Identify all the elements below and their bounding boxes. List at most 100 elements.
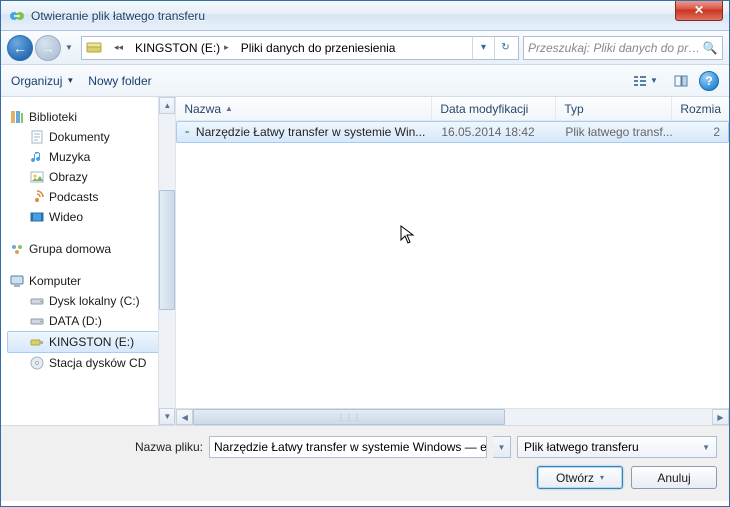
- easy-transfer-icon: [9, 8, 25, 24]
- tree-item-label: Muzyka: [49, 150, 90, 164]
- tree-item-label: Stacja dysków CD: [49, 356, 146, 370]
- computer-label: Komputer: [29, 274, 81, 288]
- column-size[interactable]: Rozmia: [672, 97, 729, 120]
- filename-input[interactable]: Narzędzie Łatwy transfer w systemie Wind…: [209, 436, 487, 458]
- search-icon: 🔍: [702, 41, 718, 55]
- scroll-right-button[interactable]: ▶: [712, 409, 729, 425]
- open-button[interactable]: Otwórz▾: [537, 466, 623, 489]
- tree-item-label: Obrazy: [49, 170, 88, 184]
- view-options-button[interactable]: ▼: [627, 70, 663, 92]
- video-icon: [29, 209, 45, 225]
- scroll-thumb[interactable]: ⋮⋮⋮: [193, 409, 504, 425]
- homegroup-node[interactable]: Grupa domowa: [7, 239, 161, 259]
- search-placeholder: Przeszukaj: Pliki danych do prz...: [528, 41, 702, 55]
- back-button[interactable]: ←: [7, 35, 33, 61]
- tree-item-label: DATA (D:): [49, 314, 102, 328]
- tree-item-label: Podcasts: [49, 190, 98, 204]
- filename-history-dropdown[interactable]: ▼: [493, 436, 511, 458]
- breadcrumb-dropdown[interactable]: ▾: [472, 37, 494, 59]
- drive-c[interactable]: Dysk lokalny (C:): [7, 291, 161, 311]
- help-button[interactable]: ?: [699, 71, 719, 91]
- drive-d[interactable]: DATA (D:): [7, 311, 161, 331]
- file-modified: 16.05.2014 18:42: [441, 125, 534, 139]
- sort-indicator-icon: ▲: [225, 104, 233, 113]
- breadcrumb-drive[interactable]: KINGSTON (E:)▸: [129, 37, 235, 59]
- easy-transfer-file-icon: [185, 124, 190, 140]
- file-type: Plik łatwego transf...: [565, 125, 672, 139]
- forward-button[interactable]: →: [35, 35, 61, 61]
- breadcrumb-folder[interactable]: Pliki danych do przeniesienia: [235, 37, 402, 59]
- music-icon: [29, 149, 45, 165]
- library-documents[interactable]: Dokumenty: [7, 127, 161, 147]
- help-icon: ?: [705, 74, 712, 88]
- new-folder-label: Nowy folder: [88, 74, 151, 88]
- column-name[interactable]: Nazwa▲: [176, 97, 432, 120]
- cancel-button[interactable]: Anuluj: [631, 466, 717, 489]
- history-dropdown[interactable]: ▼: [61, 37, 77, 59]
- organize-menu[interactable]: Organizuj▼: [11, 74, 74, 88]
- preview-icon: [673, 73, 689, 89]
- library-pictures[interactable]: Obrazy: [7, 167, 161, 187]
- view-icon: [632, 73, 648, 89]
- computer-node[interactable]: Komputer: [7, 271, 161, 291]
- file-size: 2: [713, 125, 720, 139]
- hdd-icon: [29, 313, 45, 329]
- pictures-icon: [29, 169, 45, 185]
- homegroup-label: Grupa domowa: [29, 242, 111, 256]
- cd-icon: [29, 355, 45, 371]
- chevron-down-icon: ▼: [702, 443, 710, 452]
- filetype-dropdown[interactable]: Plik łatwego transferu ▼: [517, 436, 717, 458]
- search-input[interactable]: Przeszukaj: Pliki danych do prz... 🔍: [523, 36, 723, 60]
- libraries-node[interactable]: Biblioteki: [7, 107, 161, 127]
- tree-item-label: KINGSTON (E:): [49, 335, 134, 349]
- scroll-thumb[interactable]: [159, 190, 175, 310]
- drive-cd[interactable]: Stacja dysków CD: [7, 353, 161, 373]
- column-type[interactable]: Typ: [556, 97, 672, 120]
- drive-e-kingston[interactable]: KINGSTON (E:): [7, 331, 161, 353]
- scroll-left-button[interactable]: ◀: [176, 409, 193, 425]
- tree-item-label: Wideo: [49, 210, 83, 224]
- refresh-button[interactable]: ↻: [494, 37, 516, 59]
- homegroup-icon: [9, 241, 25, 257]
- bottom-panel: Nazwa pliku: Narzędzie Łatwy transfer w …: [1, 425, 729, 501]
- preview-pane-button[interactable]: [669, 70, 693, 92]
- window-title: Otwieranie plik łatwego transferu: [31, 9, 675, 23]
- libraries-label: Biblioteki: [29, 110, 77, 124]
- close-button[interactable]: ✕: [675, 1, 723, 21]
- filetype-value: Plik łatwego transferu: [524, 440, 639, 454]
- breadcrumb-folder-label: Pliki danych do przeniesienia: [241, 41, 396, 55]
- main-area: Biblioteki Dokumenty Muzyka Obrazy Podca…: [1, 97, 729, 425]
- file-list-pane: Nazwa▲ Data modyfikacji Typ Rozmia Narzę…: [175, 97, 729, 425]
- scroll-down-button[interactable]: ▼: [159, 408, 175, 425]
- new-folder-button[interactable]: Nowy folder: [88, 74, 151, 88]
- toolbar: Organizuj▼ Nowy folder ▼ ?: [1, 65, 729, 97]
- drive-icon: [86, 40, 102, 56]
- library-videos[interactable]: Wideo: [7, 207, 161, 227]
- organize-label: Organizuj: [11, 74, 62, 88]
- filename-label: Nazwa pliku:: [13, 440, 203, 454]
- library-podcasts[interactable]: Podcasts: [7, 187, 161, 207]
- navigation-bar: ← → ▼ ◂◂ KINGSTON (E:)▸ Pliki danych do …: [1, 31, 729, 65]
- column-headers: Nazwa▲ Data modyfikacji Typ Rozmia: [176, 97, 729, 121]
- column-modified[interactable]: Data modyfikacji: [432, 97, 556, 120]
- file-name: Narzędzie Łatwy transfer w systemie Win.…: [196, 125, 425, 139]
- tree-item-label: Dysk lokalny (C:): [49, 294, 140, 308]
- file-row[interactable]: Narzędzie Łatwy transfer w systemie Win.…: [176, 121, 729, 143]
- breadcrumb-drive-label: KINGSTON (E:): [135, 41, 220, 55]
- breadcrumb-root-dropdown[interactable]: ◂◂: [104, 37, 129, 59]
- navigation-tree: Biblioteki Dokumenty Muzyka Obrazy Podca…: [1, 97, 175, 425]
- tree-item-label: Dokumenty: [49, 130, 110, 144]
- document-icon: [29, 129, 45, 145]
- hdd-icon: [29, 293, 45, 309]
- breadcrumb-bar[interactable]: ◂◂ KINGSTON (E:)▸ Pliki danych do przeni…: [81, 36, 519, 60]
- sidebar-scrollbar[interactable]: ▲ ▼: [158, 97, 175, 425]
- computer-icon: [9, 273, 25, 289]
- mouse-cursor: [400, 225, 416, 250]
- scroll-up-button[interactable]: ▲: [159, 97, 175, 114]
- title-bar: Otwieranie plik łatwego transferu ✕: [1, 1, 729, 31]
- horizontal-scrollbar[interactable]: ◀ ⋮⋮⋮ ▶: [176, 408, 729, 425]
- filename-value: Narzędzie Łatwy transfer w systemie Wind…: [214, 440, 487, 454]
- close-icon: ✕: [694, 3, 704, 17]
- library-music[interactable]: Muzyka: [7, 147, 161, 167]
- podcasts-icon: [29, 189, 45, 205]
